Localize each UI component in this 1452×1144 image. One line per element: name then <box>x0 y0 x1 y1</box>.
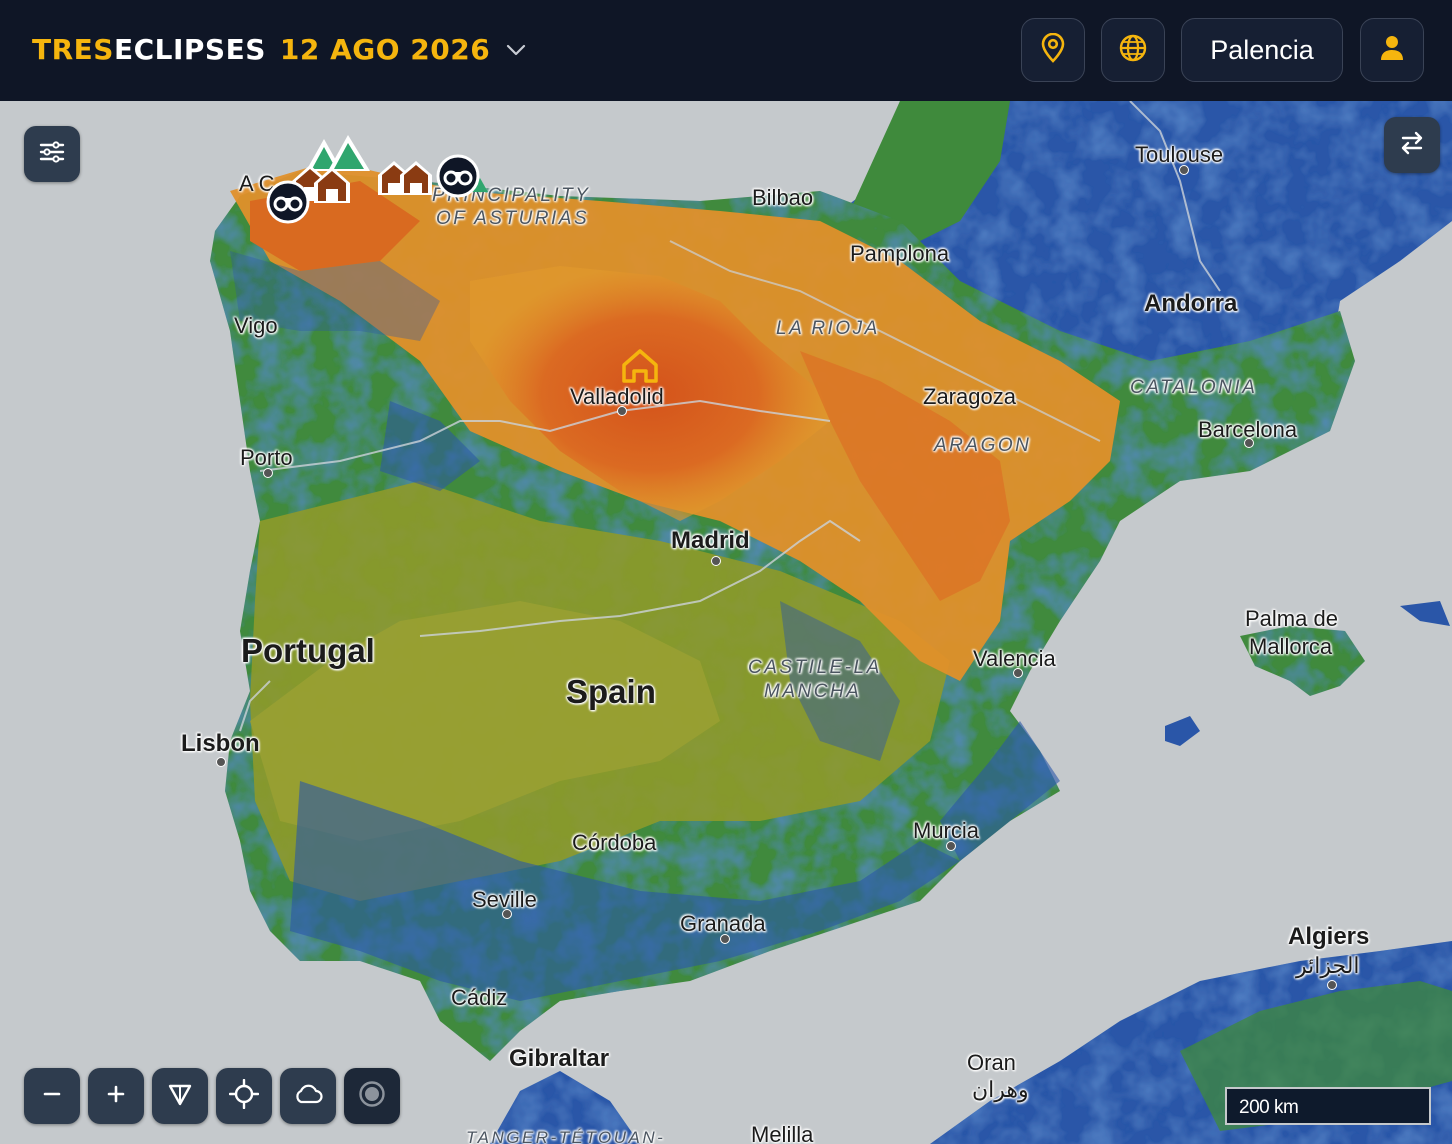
city-dot <box>711 556 721 566</box>
city-label-cordoba: Córdoba <box>572 830 657 855</box>
scale-bar: 200 km <box>1225 1087 1431 1125</box>
capital-label-madrid: Madrid <box>671 527 750 554</box>
compass-button[interactable] <box>152 1068 208 1124</box>
record-icon <box>358 1080 386 1113</box>
city-label-toulouse: Toulouse <box>1135 142 1224 167</box>
region-label-tanger: TANGER-TÉTOUAN- <box>466 1128 666 1144</box>
map-canvas[interactable]: A C Bilbao Pamplona Toulouse Vigo Vallad… <box>0 101 1452 1144</box>
region-label-castile-2: MANCHA <box>764 681 862 702</box>
city-dot <box>216 757 226 767</box>
city-dot <box>946 841 956 851</box>
globe-button[interactable] <box>1101 18 1165 82</box>
capital-label-andorra: Andorra <box>1144 290 1238 317</box>
country-label-spain: Spain <box>566 673 656 710</box>
city-label-vigo: Vigo <box>234 313 278 338</box>
brand-date-selector[interactable]: TRES ECLIPSES 12 AGO 2026 <box>32 33 526 66</box>
city-label-valladolid: Valladolid <box>570 384 664 409</box>
city-dot <box>617 406 627 416</box>
city-dot <box>263 468 273 478</box>
city-dot <box>720 934 730 944</box>
city-dot <box>1244 438 1254 448</box>
city-label-palma-1: Palma de <box>1245 606 1338 631</box>
compass-triangle-icon <box>167 1081 193 1112</box>
city-label-bilbao: Bilbao <box>752 185 814 210</box>
swap-arrows-icon <box>1399 130 1425 161</box>
viewpoint-binoculars-icon[interactable] <box>436 154 488 198</box>
plus-icon <box>106 1084 126 1109</box>
current-location-button[interactable]: Palencia <box>1181 18 1343 82</box>
city-label-zaragoza: Zaragoza <box>923 384 1016 409</box>
user-icon <box>1379 34 1405 67</box>
cloud-icon <box>293 1083 323 1110</box>
region-label-asturias-2: OF ASTURIAS <box>436 208 590 229</box>
crosshair-icon <box>228 1078 260 1114</box>
brand-logo-part1: TRES <box>32 33 114 66</box>
city-label-pamplona: Pamplona <box>850 241 950 266</box>
country-label-portugal: Portugal <box>241 632 375 669</box>
city-label-oran: Oran <box>967 1050 1016 1075</box>
map-pin-icon <box>1039 32 1067 68</box>
user-button[interactable] <box>1360 18 1424 82</box>
city-label-oran-arabic: وهران <box>972 1077 1029 1102</box>
region-label-aragon: ARAGON <box>934 435 1032 456</box>
capital-label-lisbon: Lisbon <box>181 730 260 757</box>
clouds-button[interactable] <box>280 1068 336 1124</box>
minus-icon <box>42 1084 62 1109</box>
terrain-layer <box>210 101 1452 1144</box>
city-label-cadiz: Cádiz <box>451 985 508 1010</box>
sliders-icon <box>39 140 65 168</box>
swap-button[interactable] <box>1384 117 1440 173</box>
capital-label-gibraltar: Gibraltar <box>509 1045 610 1072</box>
zoom-in-button[interactable] <box>88 1068 144 1124</box>
region-label-castile-1: CASTILE-LA <box>748 657 882 678</box>
location-button[interactable] <box>1021 18 1085 82</box>
city-label-granada: Granada <box>680 911 766 936</box>
top-bar: TRES ECLIPSES 12 AGO 2026 Palencia <box>0 0 1452 101</box>
chevron-down-icon[interactable] <box>506 43 526 57</box>
city-label-palma-2: Mallorca <box>1249 634 1333 659</box>
eclipse-date[interactable]: 12 AGO 2026 <box>280 33 490 66</box>
locate-button[interactable] <box>216 1068 272 1124</box>
globe-icon <box>1118 33 1148 68</box>
capital-label-algiers: Algiers <box>1288 923 1370 950</box>
region-label-la-rioja: LA RIOJA <box>776 318 880 339</box>
record-button[interactable] <box>344 1068 400 1124</box>
home-icon[interactable] <box>620 347 660 385</box>
region-label-catalonia: CATALONIA <box>1130 377 1258 398</box>
city-label-melilla: Melilla <box>751 1122 814 1144</box>
city-dot <box>1013 668 1023 678</box>
lodging-icon[interactable] <box>376 157 436 197</box>
city-dot <box>502 909 512 919</box>
zoom-out-button[interactable] <box>24 1068 80 1124</box>
viewpoint-binoculars-icon[interactable] <box>266 180 310 224</box>
city-label-murcia: Murcia <box>913 818 980 843</box>
city-dot <box>1179 165 1189 175</box>
city-label-algiers-arabic: الجزائر <box>1296 953 1360 978</box>
city-dot <box>1327 980 1337 990</box>
layers-button[interactable] <box>24 126 80 182</box>
brand-logo-part2: ECLIPSES <box>113 33 266 66</box>
